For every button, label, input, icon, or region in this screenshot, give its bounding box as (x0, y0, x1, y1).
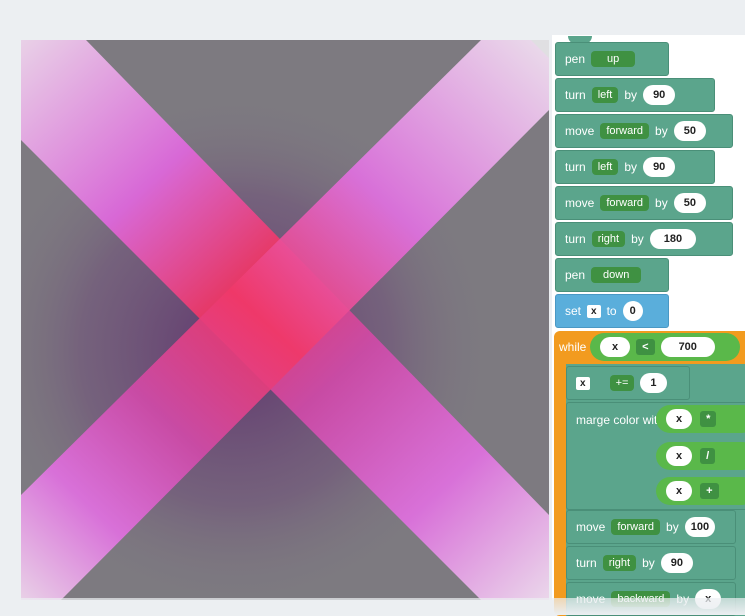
direction-chip[interactable]: forward (600, 195, 650, 211)
direction-chip[interactable]: right (602, 555, 637, 571)
block-keyword: move (565, 124, 595, 138)
variable-chip[interactable]: x (587, 304, 601, 318)
while-keyword: while (559, 340, 587, 354)
move-forward-block[interactable]: move forward by 50 (555, 114, 733, 148)
block-keyword: turn (576, 556, 597, 570)
value-input[interactable]: 0 (622, 301, 643, 321)
variable-chip[interactable]: x (576, 376, 590, 390)
condition-left-input[interactable]: x (600, 337, 631, 357)
merge-color-label: marge color with (576, 413, 665, 427)
angle-input[interactable]: 90 (643, 157, 676, 177)
turn-left-block[interactable]: turn left by 90 (555, 78, 715, 112)
block-keyword: move (565, 196, 595, 210)
increment-input[interactable]: 1 (640, 373, 667, 393)
comparison-operator[interactable]: < (636, 339, 655, 355)
block-keyword: pen (565, 268, 586, 282)
condition-right-input[interactable]: 700 (660, 337, 715, 357)
direction-chip[interactable]: forward (600, 123, 650, 139)
pen-state-chip[interactable]: down (591, 267, 642, 283)
merge-operand-row[interactable]: x + (656, 477, 745, 505)
direction-chip[interactable]: right (591, 231, 626, 247)
distance-input[interactable]: 50 (673, 193, 706, 213)
block-keyword: turn (565, 88, 586, 102)
turn-left-block[interactable]: turn left by 90 (555, 150, 715, 184)
angle-input[interactable]: 180 (649, 229, 697, 249)
angle-input[interactable]: 90 (643, 85, 676, 105)
by-label: by (642, 556, 655, 570)
by-label: by (624, 88, 638, 102)
by-label: by (666, 520, 679, 534)
merge-operand-row[interactable]: x / (656, 442, 745, 470)
pen-state-chip[interactable]: up (591, 51, 636, 67)
by-label: by (631, 232, 644, 246)
direction-chip[interactable]: left (591, 159, 619, 175)
canvas-drawing (21, 40, 549, 600)
block-keyword: turn (565, 160, 586, 174)
by-label: by (655, 196, 668, 210)
move-forward-block[interactable]: move forward by 50 (555, 186, 733, 220)
pen-down-block[interactable]: pen down (555, 258, 669, 292)
direction-chip[interactable]: forward (611, 519, 661, 535)
block-keyword: set (565, 304, 582, 318)
angle-input[interactable]: 90 (660, 553, 694, 573)
math-operator[interactable]: * (700, 411, 717, 427)
move-forward-block[interactable]: move forward by 100 (566, 510, 736, 544)
block-keyword: move (576, 520, 606, 534)
math-operator[interactable]: + (700, 483, 719, 499)
to-label: to (606, 304, 617, 318)
bottom-fade (0, 598, 745, 615)
operand-input[interactable]: x (666, 446, 693, 466)
distance-input[interactable]: 50 (673, 121, 706, 141)
math-operator[interactable]: / (700, 448, 716, 464)
by-label: by (624, 160, 638, 174)
pen-up-block[interactable]: pen up (555, 42, 669, 76)
while-condition[interactable]: x < 700 (590, 333, 740, 361)
operand-input[interactable]: x (666, 481, 693, 501)
direction-chip[interactable]: left (591, 87, 619, 103)
distance-input[interactable]: 100 (684, 517, 716, 537)
set-variable-block[interactable]: set x to 0 (555, 294, 669, 328)
operator-chip[interactable]: += (609, 375, 635, 391)
operand-input[interactable]: x (666, 409, 693, 429)
drawing-canvas (21, 40, 549, 600)
turn-right-block[interactable]: turn right by 180 (555, 222, 733, 256)
block-keyword: pen (565, 52, 586, 66)
merge-operand-row[interactable]: x * (656, 405, 745, 433)
increment-block[interactable]: x += 1 (566, 366, 690, 400)
turn-right-block[interactable]: turn right by 90 (566, 546, 736, 580)
by-label: by (655, 124, 668, 138)
block-keyword: turn (565, 232, 586, 246)
